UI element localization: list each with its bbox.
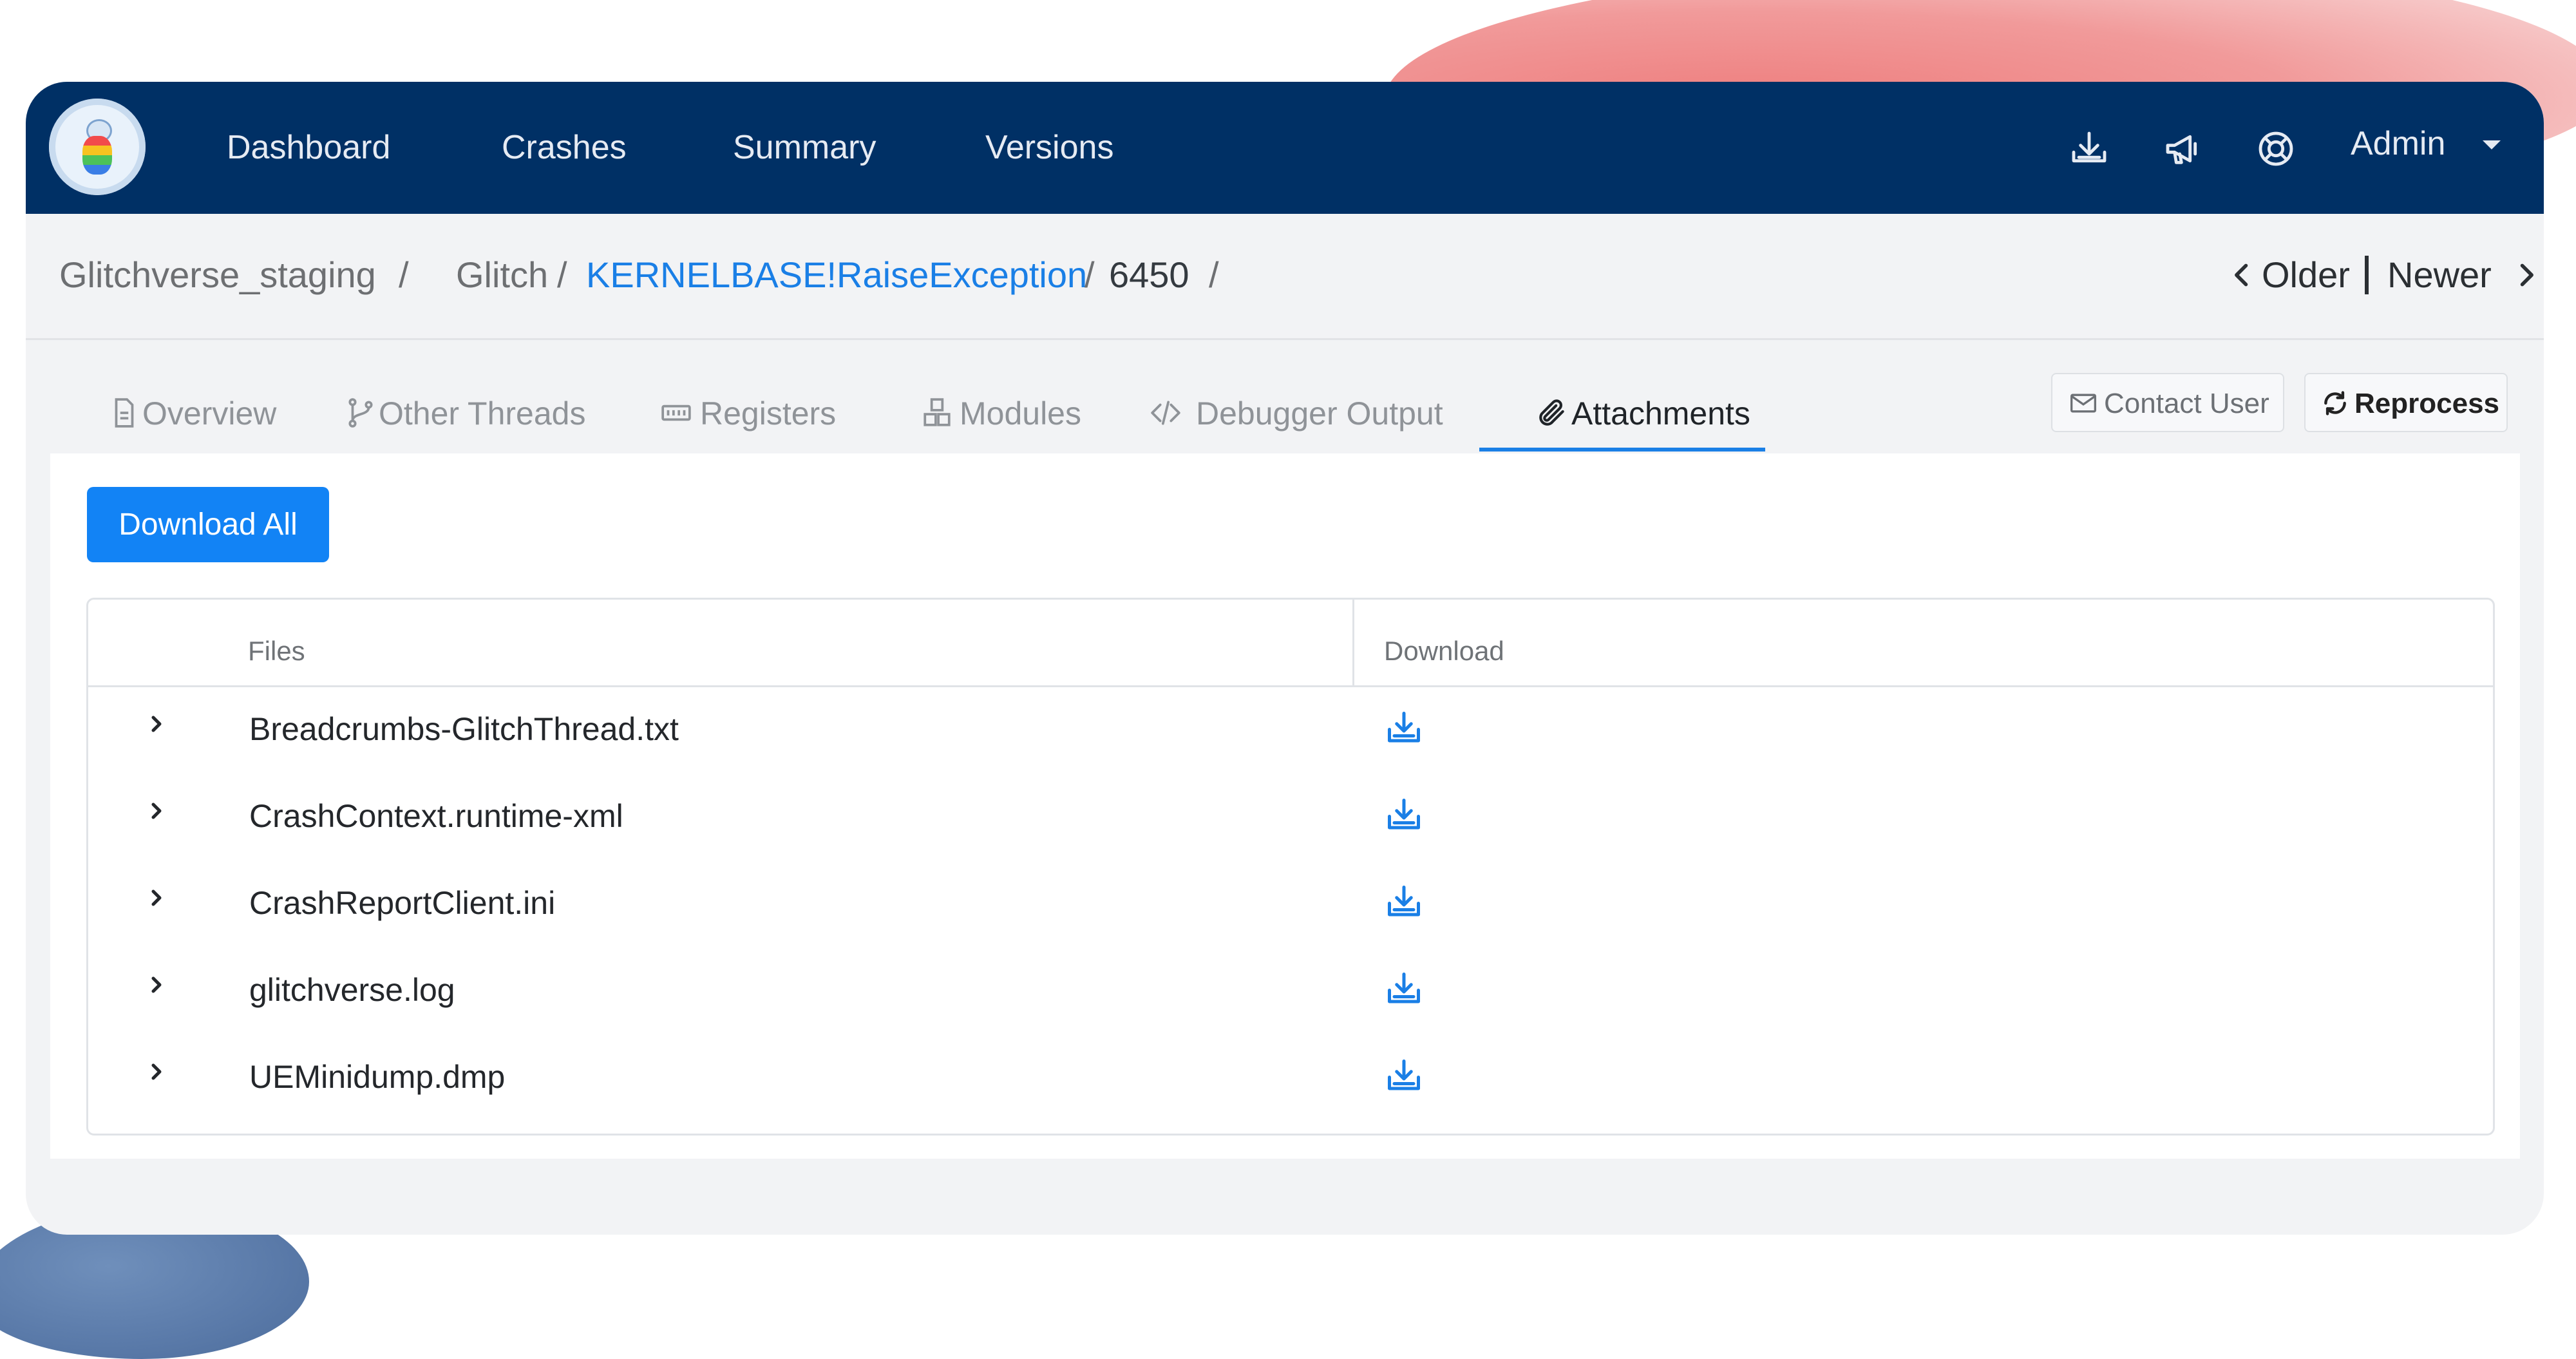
cubes-icon (923, 398, 951, 426)
paperclip-icon (1539, 399, 1564, 426)
download-icon[interactable] (1385, 969, 1423, 1008)
download-icon[interactable] (2069, 128, 2110, 169)
tab-label: Attachments (1571, 395, 1750, 432)
download-all-button[interactable]: Download All (87, 487, 329, 562)
reprocess-label: Reprocess (2354, 388, 2500, 419)
attachments-table: Files Download Breadcrumbs-GlitchThread.… (86, 598, 2495, 1136)
megaphone-icon[interactable] (2163, 128, 2204, 169)
nav-summary[interactable]: Summary (733, 127, 876, 168)
chevron-right-icon[interactable] (144, 711, 169, 737)
table-row: Breadcrumbs-GlitchThread.txt (88, 685, 2493, 772)
pager-divider (2365, 256, 2369, 294)
chevron-right-icon[interactable] (2512, 261, 2540, 289)
app-window: Dashboard Crashes Summary Versions Admin… (26, 82, 2544, 1235)
breadcrumb-separator: / (557, 254, 567, 295)
breadcrumb-signature[interactable]: KERNELBASE!RaiseException (586, 252, 1087, 298)
breadcrumb-separator: / (1084, 254, 1095, 295)
download-icon[interactable] (1385, 1056, 1423, 1095)
table-row: glitchverse.log (88, 946, 2493, 1033)
refresh-icon (2324, 391, 2346, 415)
tab-label: Registers (700, 395, 837, 432)
newer-link[interactable]: Newer (2387, 252, 2492, 298)
table-row: CrashReportClient.ini (88, 859, 2493, 946)
file-icon (115, 398, 134, 428)
nav-dashboard[interactable]: Dashboard (227, 127, 390, 168)
nav-crashes[interactable]: Crashes (502, 127, 627, 168)
header-divider (26, 338, 2544, 340)
memory-icon (661, 404, 691, 421)
contact-user-label: Contact User (2104, 388, 2269, 419)
app-logo[interactable] (49, 99, 146, 195)
chevron-left-icon[interactable] (2228, 261, 2257, 289)
chevron-right-icon[interactable] (144, 1059, 169, 1085)
download-icon[interactable] (1385, 795, 1423, 834)
download-icon[interactable] (1385, 708, 1423, 747)
logo-bug-body (82, 136, 112, 175)
reprocess-button[interactable]: Reprocess (2304, 373, 2508, 432)
file-name: CrashReportClient.ini (249, 885, 556, 921)
nav-versions[interactable]: Versions (985, 127, 1113, 168)
chevron-right-icon[interactable] (144, 972, 169, 998)
column-divider (1352, 600, 1354, 685)
envelope-icon (2070, 394, 2096, 413)
top-navbar: Dashboard Crashes Summary Versions Admin (26, 82, 2544, 214)
chevron-right-icon[interactable] (144, 885, 169, 911)
download-icon[interactable] (1385, 882, 1423, 921)
column-header-download: Download (1384, 636, 1504, 666)
column-header-files: Files (248, 636, 305, 666)
branch-icon (348, 398, 373, 428)
breadcrumb-category[interactable]: Glitch (456, 252, 548, 298)
table-row: CrashContext.runtime-xml (88, 772, 2493, 859)
file-name: UEMinidump.dmp (249, 1059, 506, 1095)
active-tab-indicator (1479, 448, 1765, 451)
older-link[interactable]: Older (2262, 252, 2350, 298)
chevron-down-icon[interactable] (2483, 140, 2501, 149)
tab-label: Debugger Output (1196, 395, 1443, 432)
file-name: CrashContext.runtime-xml (249, 798, 623, 834)
contact-user-button[interactable]: Contact User (2051, 373, 2284, 432)
tab-label: Modules (960, 395, 1081, 432)
breadcrumb-project[interactable]: Glitchverse_staging (59, 252, 376, 298)
file-name: Breadcrumbs-GlitchThread.txt (249, 711, 679, 747)
code-icon (1151, 401, 1180, 425)
breadcrumb-crash-id: 6450 (1109, 254, 1189, 295)
table-row: UEMinidump.dmp (88, 1033, 2493, 1120)
file-name: glitchverse.log (249, 972, 455, 1008)
tab-label: Other Threads (379, 395, 586, 432)
lifebuoy-icon[interactable] (2255, 128, 2297, 169)
chevron-right-icon[interactable] (144, 798, 169, 824)
breadcrumb-separator: / (399, 254, 409, 295)
admin-menu[interactable]: Admin (2351, 123, 2445, 164)
tab-label: Overview (142, 395, 277, 432)
breadcrumb-separator: / (1209, 254, 1219, 295)
